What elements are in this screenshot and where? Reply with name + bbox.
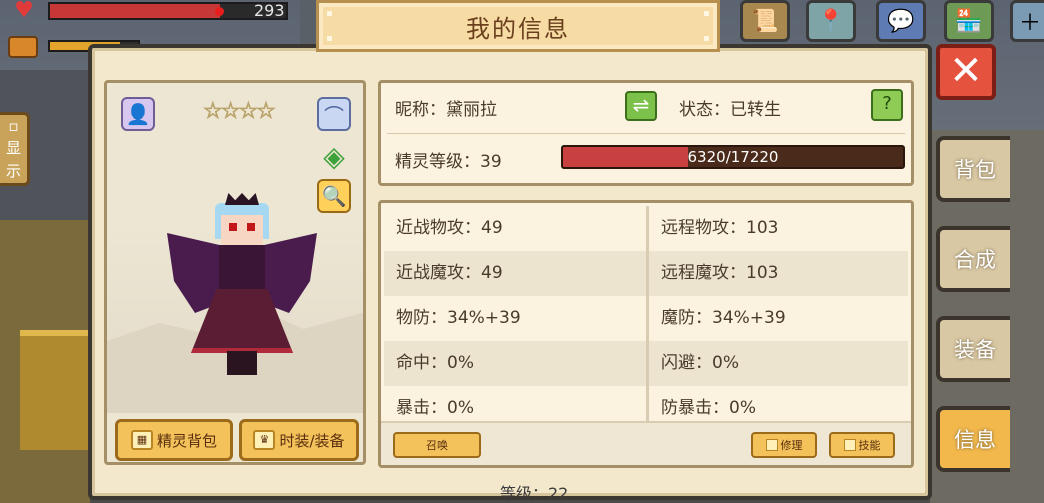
- banner-corner-deco: [327, 36, 332, 41]
- summon-button[interactable]: 召唤: [393, 432, 481, 458]
- map-icon-button[interactable]: 📍: [806, 0, 856, 42]
- speech-bubble-icon[interactable]: ⌒: [317, 97, 351, 131]
- gem-icon[interactable]: ◈: [317, 139, 351, 173]
- scene-block: [20, 330, 90, 450]
- repair-label: 修理: [780, 439, 803, 452]
- stat-row: 近战物攻：49 远程物攻：103: [384, 206, 908, 251]
- stat-row: 物防：34%+39 魔防：34%+39: [384, 296, 908, 341]
- stats-card: 近战物攻：49 远程物攻：103 近战魔攻：49 远程魔攻：103 物防：34%…: [378, 200, 914, 468]
- show-toggle-label-1: 显: [5, 139, 21, 157]
- health-bar-marker: [214, 7, 224, 16]
- skill-icon: [843, 439, 856, 451]
- costume-equipment-button[interactable]: ♛ 时装/装备: [239, 419, 359, 461]
- summon-label: 召唤: [426, 439, 448, 452]
- left-eye: [229, 223, 237, 231]
- pet-bag-label: 精灵背包: [156, 431, 217, 450]
- state-text: 状态：已转生: [679, 100, 781, 120]
- portrait-icon[interactable]: 👤: [121, 97, 155, 131]
- legs: [227, 351, 257, 375]
- banner-corner-deco: [704, 11, 709, 16]
- stat-ranged-physical-attack: 远程物攻：103: [646, 206, 908, 251]
- character-preview-card: 👤 ☆☆☆☆ ⌒ ◈ 🔍 ▦ 精灵背包 ♛ 时装/装备: [104, 80, 366, 465]
- right-eye: [247, 223, 255, 231]
- nickname-text: 昵称：黛丽拉: [395, 100, 497, 120]
- experience-bar: 6320/17220: [561, 145, 905, 169]
- side-tab-equip[interactable]: 装备: [936, 316, 1010, 382]
- shop-icon-button[interactable]: 🏪: [944, 0, 994, 42]
- repair-button[interactable]: 修理: [751, 432, 817, 458]
- close-button[interactable]: ✕: [936, 44, 996, 100]
- banner-corner-deco: [327, 11, 332, 16]
- stats-footer: 召唤 修理 技能: [381, 421, 911, 465]
- stat-row: 命中：0% 闪避：0%: [384, 341, 908, 386]
- health-value: 293: [254, 1, 285, 20]
- side-tab-info[interactable]: 信息: [936, 406, 1010, 472]
- stat-dodge: 闪避：0%: [646, 341, 908, 386]
- swap-arrows-icon[interactable]: ⇌: [625, 91, 657, 121]
- side-tab-craft[interactable]: 合成: [936, 226, 1010, 292]
- pet-bag-button[interactable]: ▦ 精灵背包: [115, 419, 233, 461]
- pet-level-text: 精灵等级：39: [395, 152, 502, 172]
- chat-small-icon: ▫: [8, 117, 19, 135]
- health-bar-fill: [50, 4, 220, 18]
- pet-info-card: 昵称：黛丽拉 ⇌ 状态：已转生 ? 精灵等级：39 6320/17220: [378, 80, 914, 186]
- help-icon[interactable]: ?: [871, 89, 903, 121]
- show-toggle-label-2: 示: [5, 162, 21, 180]
- health-bar: [48, 2, 288, 20]
- show-toggle-button[interactable]: ▫ 显 示: [0, 112, 30, 186]
- chat-icon-button[interactable]: 💬: [876, 0, 926, 42]
- stat-physical-defense: 物防：34%+39: [384, 296, 646, 341]
- banner-corner-deco: [704, 36, 709, 41]
- stat-row: 近战魔攻：49 远程魔攻：103: [384, 251, 908, 296]
- scroll-icon-button[interactable]: 📜: [740, 0, 790, 42]
- stat-hit: 命中：0%: [384, 341, 646, 386]
- player-level-text: 等级：22: [500, 484, 569, 503]
- crown-icon: ♛: [253, 430, 276, 450]
- body: [219, 245, 265, 295]
- stat-ranged-magic-attack: 远程魔攻：103: [646, 251, 908, 296]
- crown: [225, 193, 259, 205]
- magnifier-icon[interactable]: 🔍: [317, 179, 351, 213]
- stat-melee-magic-attack: 近战魔攻：49: [384, 251, 646, 296]
- skill-button[interactable]: 技能: [829, 432, 895, 458]
- heart-icon: ♥: [14, 0, 34, 23]
- chest-icon: ▦: [130, 430, 153, 450]
- stat-melee-physical-attack: 近战物攻：49: [384, 206, 646, 251]
- face: [221, 215, 263, 245]
- hammer-icon: [765, 439, 778, 451]
- experience-text: 6320/17220: [687, 148, 779, 166]
- divider: [387, 133, 905, 134]
- side-tab-bag[interactable]: 背包: [936, 136, 1010, 202]
- rarity-stars: ☆☆☆☆: [203, 99, 277, 125]
- skill-label: 技能: [858, 439, 881, 452]
- food-icon: [8, 36, 38, 58]
- stat-magic-defense: 魔防：34%+39: [646, 296, 908, 341]
- stats-table: 近战物攻：49 远程物攻：103 近战魔攻：49 远程魔攻：103 物防：34%…: [384, 206, 908, 431]
- costume-label: 时装/装备: [279, 431, 345, 450]
- window-title-banner: 我的信息: [316, 0, 720, 52]
- plus-icon-button[interactable]: ＋: [1010, 0, 1044, 42]
- window-title: 我的信息: [466, 14, 570, 43]
- character-sprite: [167, 193, 317, 383]
